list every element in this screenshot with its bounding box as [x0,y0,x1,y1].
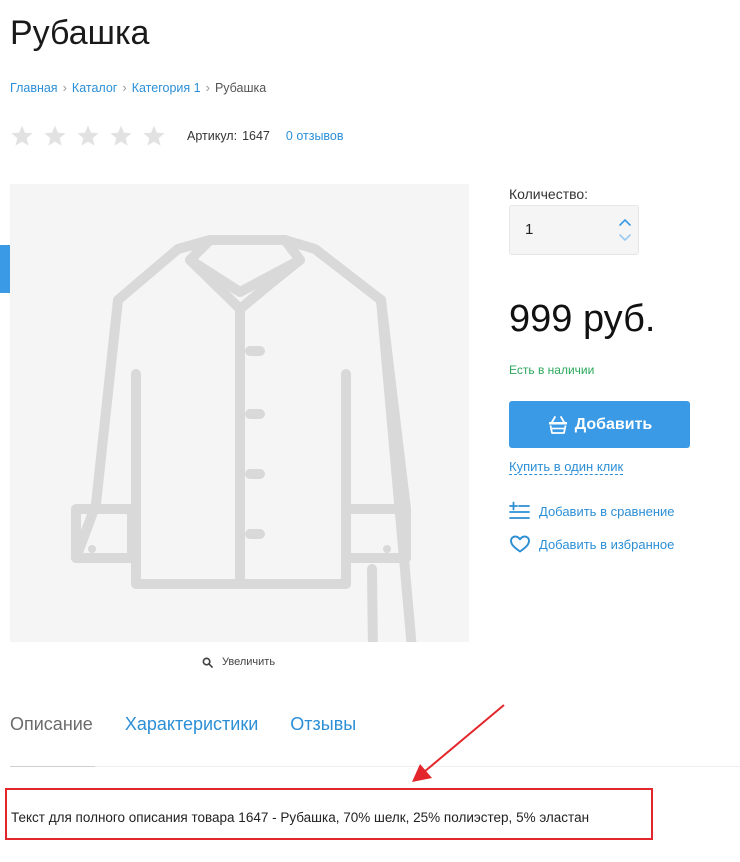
breadcrumb-link-home[interactable]: Главная [10,81,58,95]
description-text: Текст для полного описания товара 1647 -… [11,810,590,825]
chevron-right-icon: › [205,80,210,95]
buy-one-click-link[interactable]: Купить в один клик [509,459,624,475]
breadcrumb: Главная › Каталог › Категория 1 › Рубашк… [10,80,266,95]
star-icon[interactable] [109,124,133,148]
tab-description[interactable]: Описание [10,714,93,735]
chevron-right-icon: › [122,80,127,95]
breadcrumb-link-category[interactable]: Категория 1 [132,81,201,95]
add-to-cart-label: Добавить [574,415,653,433]
reviews-link[interactable]: 0 отзывов [286,129,344,143]
wishlist-label: Добавить в избранное [539,536,675,552]
add-to-cart-button[interactable]: Добавить [509,401,690,448]
shirt-placeholder-icon [71,235,417,642]
zoom-label: Увеличить [222,656,276,668]
search-icon [202,657,213,668]
rating-row: Артикул: 1647 0 отзывов [10,124,344,148]
product-tabs: Описание Характеристики Отзывы [10,714,388,735]
stock-status: Есть в наличии [509,363,595,377]
add-to-compare-link[interactable]: Добавить в сравнение [509,501,675,521]
star-icon[interactable] [76,124,100,148]
chevron-up-icon[interactable] [618,217,632,227]
tab-characteristics[interactable]: Характеристики [125,714,258,735]
breadcrumb-current: Рубашка [214,80,267,95]
price: 999 руб. [509,298,656,340]
quantity-stepper[interactable]: 1 [509,205,639,255]
quantity-value[interactable]: 1 [525,221,533,238]
chevron-down-icon[interactable] [618,233,632,243]
article-label: Артикул: [187,129,238,143]
zoom-link[interactable]: Увеличить [202,656,275,668]
star-icon[interactable] [43,124,67,148]
annotation-arrow [412,704,505,782]
article-number: Артикул: 1647 [187,129,270,143]
add-to-wishlist-link[interactable]: Добавить в избранное [509,534,674,554]
article-value: 1647 [242,129,270,143]
tab-reviews[interactable]: Отзывы [290,714,356,735]
breadcrumb-link-catalog[interactable]: Каталог [72,81,117,95]
compare-label: Добавить в сравнение [539,503,675,519]
rating-stars[interactable] [10,124,175,148]
chevron-right-icon: › [62,80,67,95]
compare-icon [509,501,530,519]
star-icon[interactable] [10,124,34,148]
quantity-label: Количество: [509,186,589,202]
active-tab-underline [10,766,95,767]
page-title: Рубашка [10,14,150,52]
product-image[interactable] [10,184,469,642]
heart-icon [510,535,530,553]
basket-icon [548,415,567,434]
star-icon[interactable] [142,124,166,148]
